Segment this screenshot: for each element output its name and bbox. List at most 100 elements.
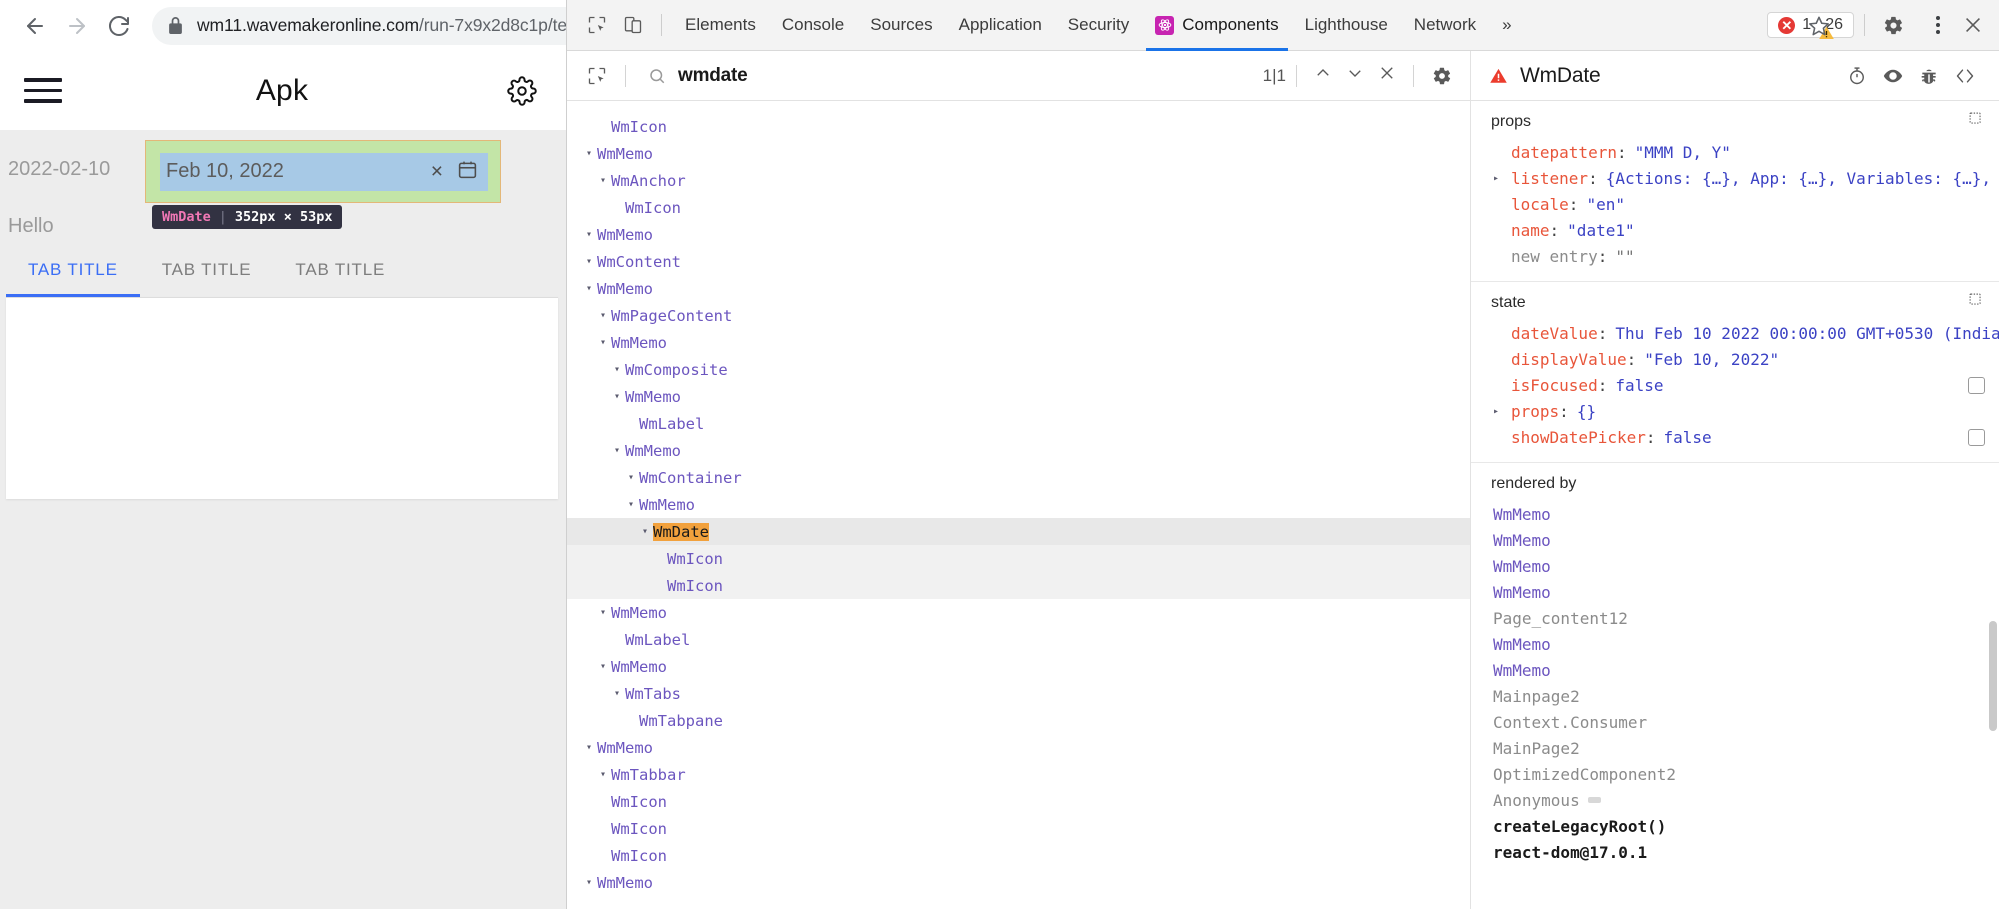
tree-row[interactable]: WmLabel (567, 410, 1470, 437)
tree-row[interactable]: ▾WmMemo (567, 140, 1470, 167)
tree-row[interactable]: ▾WmMemo (567, 653, 1470, 680)
chevron-right-icon[interactable]: ▸ (1493, 173, 1511, 184)
tree-row[interactable]: ▾WmMemo (567, 437, 1470, 464)
tree-row[interactable]: WmIcon (567, 788, 1470, 815)
chevron-down-icon[interactable]: ▾ (581, 877, 597, 888)
close-devtools-icon[interactable] (1955, 8, 1991, 42)
tree-row[interactable]: ▾WmMemo (567, 869, 1470, 896)
gear-icon[interactable] (502, 71, 542, 111)
chevron-down-icon[interactable]: ▾ (595, 661, 611, 672)
inspect-dom-icon[interactable] (1875, 59, 1911, 93)
chevron-down-icon[interactable]: ▾ (595, 175, 611, 186)
tree-row[interactable]: WmIcon (567, 572, 1470, 599)
suspend-icon[interactable] (1839, 59, 1875, 93)
inspector-value[interactable]: false (1664, 428, 1712, 447)
inspector-scrollbar[interactable] (1989, 621, 1997, 731)
rendered-by-item[interactable]: WmMemo (1471, 501, 1999, 527)
lock-icon[interactable] (168, 17, 183, 34)
device-toolbar-icon[interactable] (615, 8, 651, 42)
inspect-element-icon[interactable] (579, 8, 615, 42)
inspector-value[interactable]: "Feb 10, 2022" (1644, 350, 1779, 369)
chevron-down-icon[interactable]: ▾ (609, 364, 625, 375)
tab-application[interactable]: Application (946, 0, 1055, 51)
tab-security[interactable]: Security (1055, 0, 1142, 51)
bookmark-star-icon[interactable] (1801, 8, 1837, 44)
tree-row[interactable]: WmLabel (567, 626, 1470, 653)
tree-row[interactable]: WmIcon (567, 194, 1470, 221)
chevron-right-icon[interactable]: ▸ (1493, 406, 1511, 417)
rendered-by-item[interactable]: Anonymous (1471, 787, 1999, 813)
tree-row[interactable]: ▾WmAnchor (567, 167, 1470, 194)
chevron-down-icon[interactable]: ▾ (595, 607, 611, 618)
tree-row[interactable]: ▾WmMemo (567, 275, 1470, 302)
inspector-value[interactable]: {} (1577, 402, 1596, 421)
search-clear-icon[interactable] (1371, 64, 1403, 87)
chevron-down-icon[interactable]: ▾ (581, 229, 597, 240)
chevron-down-icon[interactable]: ▾ (595, 337, 611, 348)
date-input[interactable]: Feb 10, 2022 × (160, 153, 488, 191)
chevron-down-icon[interactable]: ▾ (595, 769, 611, 780)
back-button[interactable] (14, 5, 56, 47)
tree-row[interactable]: ▾WmTabbar (567, 761, 1470, 788)
forward-button[interactable] (56, 5, 98, 47)
tree-row[interactable]: ▾WmMemo (567, 383, 1470, 410)
bug-icon[interactable] (1911, 59, 1947, 93)
rendered-by-item[interactable]: react-dom@17.0.1 (1471, 839, 1999, 865)
rendered-by-item[interactable]: MainPage2 (1471, 735, 1999, 761)
inspector-value[interactable]: "MMM D, Y" (1635, 143, 1731, 162)
chevron-down-icon[interactable]: ▾ (637, 526, 653, 537)
tab-console[interactable]: Console (769, 0, 857, 51)
inspector-value[interactable]: "date1" (1567, 221, 1634, 240)
rendered-by-item[interactable]: createLegacyRoot() (1471, 813, 1999, 839)
app-tab-1[interactable]: TAB TITLE (140, 256, 274, 297)
tree-row[interactable]: ▾WmMemo (567, 599, 1470, 626)
tree-row[interactable]: WmIcon (567, 113, 1470, 140)
inspector-value[interactable]: "" (1615, 247, 1634, 266)
more-tabs-icon[interactable]: » (1489, 0, 1524, 51)
inspector-value[interactable]: false (1615, 376, 1663, 395)
tree-row[interactable]: ▾WmDate (567, 518, 1470, 545)
copy-props-icon[interactable] (1968, 111, 1985, 132)
rendered-by-item[interactable]: WmMemo (1471, 657, 1999, 683)
component-search-input[interactable]: wmdate (636, 65, 1263, 87)
chevron-down-icon[interactable]: ▾ (609, 445, 625, 456)
tree-row[interactable]: WmIcon (567, 545, 1470, 572)
tree-row[interactable]: ▾WmMemo (567, 221, 1470, 248)
view-source-icon[interactable] (1947, 59, 1983, 93)
rendered-by-item[interactable]: WmMemo (1471, 553, 1999, 579)
tree-row[interactable]: WmIcon (567, 842, 1470, 869)
chevron-down-icon[interactable]: ▾ (609, 688, 625, 699)
chevron-down-icon[interactable]: ▾ (623, 472, 639, 483)
calendar-icon[interactable] (457, 159, 478, 185)
app-tab-0[interactable]: TAB TITLE (6, 256, 140, 297)
rendered-by-item[interactable]: Mainpage2 (1471, 683, 1999, 709)
devtools-more-icon[interactable] (1921, 7, 1955, 43)
tree-row[interactable]: ▾WmMemo (567, 491, 1470, 518)
chevron-down-icon[interactable]: ▾ (581, 742, 597, 753)
rendered-by-item[interactable]: WmMemo (1471, 527, 1999, 553)
chevron-down-icon[interactable]: ▾ (581, 148, 597, 159)
tree-row[interactable]: ▾WmComposite (567, 356, 1470, 383)
reload-button[interactable] (98, 5, 140, 47)
tree-row[interactable]: ▾WmPageContent (567, 302, 1470, 329)
tree-row[interactable]: ▾WmMemo (567, 734, 1470, 761)
chevron-down-icon[interactable]: ▾ (623, 499, 639, 510)
rendered-by-item[interactable]: OptimizedComponent2 (1471, 761, 1999, 787)
value-checkbox[interactable] (1968, 429, 1985, 446)
hamburger-menu-icon[interactable] (24, 78, 62, 103)
inspector-value[interactable]: Thu Feb 10 2022 00:00:00 GMT+0530 (India… (1615, 324, 1999, 343)
tree-row[interactable]: WmIcon (567, 815, 1470, 842)
component-tree[interactable]: WmIcon▾WmMemo▾WmAnchorWmIcon▾WmMemo▾WmCo… (567, 101, 1471, 909)
tree-row[interactable]: ▾WmContent (567, 248, 1470, 275)
tree-row[interactable]: WmTabpane (567, 707, 1470, 734)
app-tab-2[interactable]: TAB TITLE (273, 256, 407, 297)
components-settings-icon[interactable] (1424, 59, 1460, 93)
select-element-icon[interactable] (579, 59, 615, 93)
devtools-settings-icon[interactable] (1875, 8, 1911, 42)
inspector-value[interactable]: "en" (1586, 195, 1625, 214)
inspector-value[interactable]: {Actions: {…}, App: {…}, Variables: {…},… (1606, 169, 1999, 188)
search-next-icon[interactable] (1339, 64, 1371, 87)
chevron-down-icon[interactable]: ▾ (581, 283, 597, 294)
tree-row[interactable]: ▾WmMemo (567, 329, 1470, 356)
chevron-down-icon[interactable]: ▾ (581, 256, 597, 267)
